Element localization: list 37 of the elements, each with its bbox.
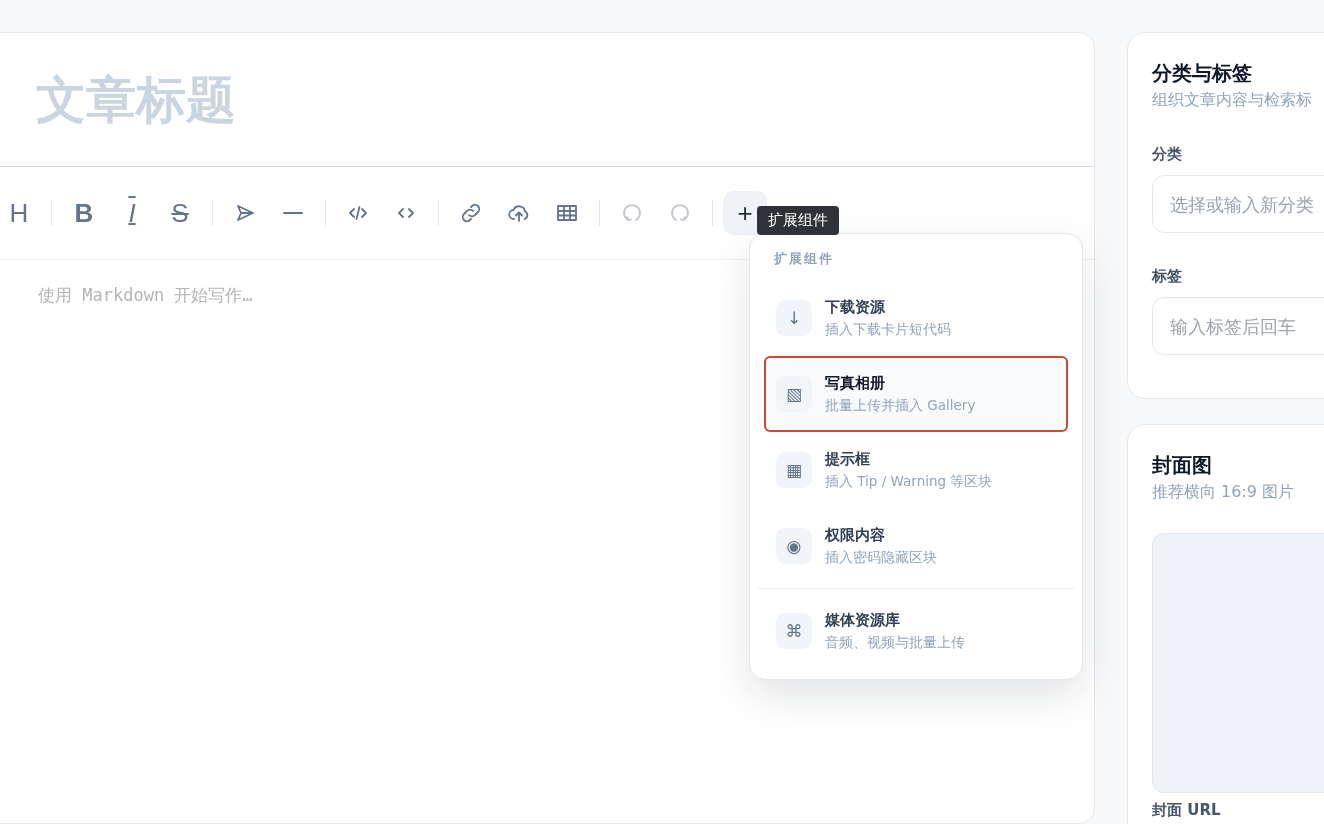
panel-title: 封面图 [1152,452,1213,479]
italic-button[interactable]: I [110,191,154,235]
menu-item-description: 音频、视频与批量上传 [825,633,965,652]
menu-item-title: 提示框 [825,449,871,469]
menu-item[interactable]: ▧ 写真相册 批量上传并插入 Gallery [764,356,1068,432]
panel-subtitle: 组织文章内容与检索标 [1152,90,1313,111]
menu-item-description: 插入密码隐藏区块 [825,548,937,567]
menu-item[interactable]: ▦ 提示框 插入 Tip / Warning 等区块 [764,432,1068,508]
panel-subtitle: 推荐横向 16:9 图片 [1152,482,1296,503]
menu-item-description: 插入 Tip / Warning 等区块 [825,472,993,491]
heading-button[interactable]: H [0,191,41,235]
menu-item-title: 写真相册 [825,373,886,393]
menu-item-icon: ▧ [776,376,812,412]
menu-item-icon: ⌘ [776,613,812,649]
field-label: 分类 [1152,145,1183,164]
text-field[interactable]: 输入标签后回车 [1152,297,1324,355]
menu-item-icon: ↓ [776,300,812,336]
menu-item-title: 下载资源 [825,297,886,317]
horizontal-line-icon [283,212,303,214]
menu-item-title: 权限内容 [825,525,886,545]
menu-item-description: 批量上传并插入 Gallery [825,396,976,415]
field-label: 标签 [1152,267,1183,286]
menu-item[interactable]: ◉ 权限内容 插入密码隐藏区块 [764,508,1068,584]
field-label: 封面 URL [1152,801,1222,820]
menu-item[interactable]: ⌘ 媒体资源库 音频、视频与批量上传 [764,593,1068,669]
menu-item-icon: ▦ [776,452,812,488]
bold-button[interactable]: B [62,191,106,235]
menu-item-title: 媒体资源库 [825,610,901,630]
strike-button[interactable]: S [158,191,202,235]
panel-title: 分类与标签 [1152,60,1253,87]
menu-item-icon: ◉ [776,528,812,564]
text-field[interactable]: 选择或输入新分类 [1152,175,1324,233]
menu-item[interactable]: ↓ 下载资源 插入下载卡片短代码 [764,280,1068,356]
menu-heading: 扩展组件 [773,250,835,268]
tooltip: 扩展组件 [757,206,839,235]
link-icon [459,201,483,225]
menu-item-description: 插入下载卡片短代码 [825,320,951,339]
